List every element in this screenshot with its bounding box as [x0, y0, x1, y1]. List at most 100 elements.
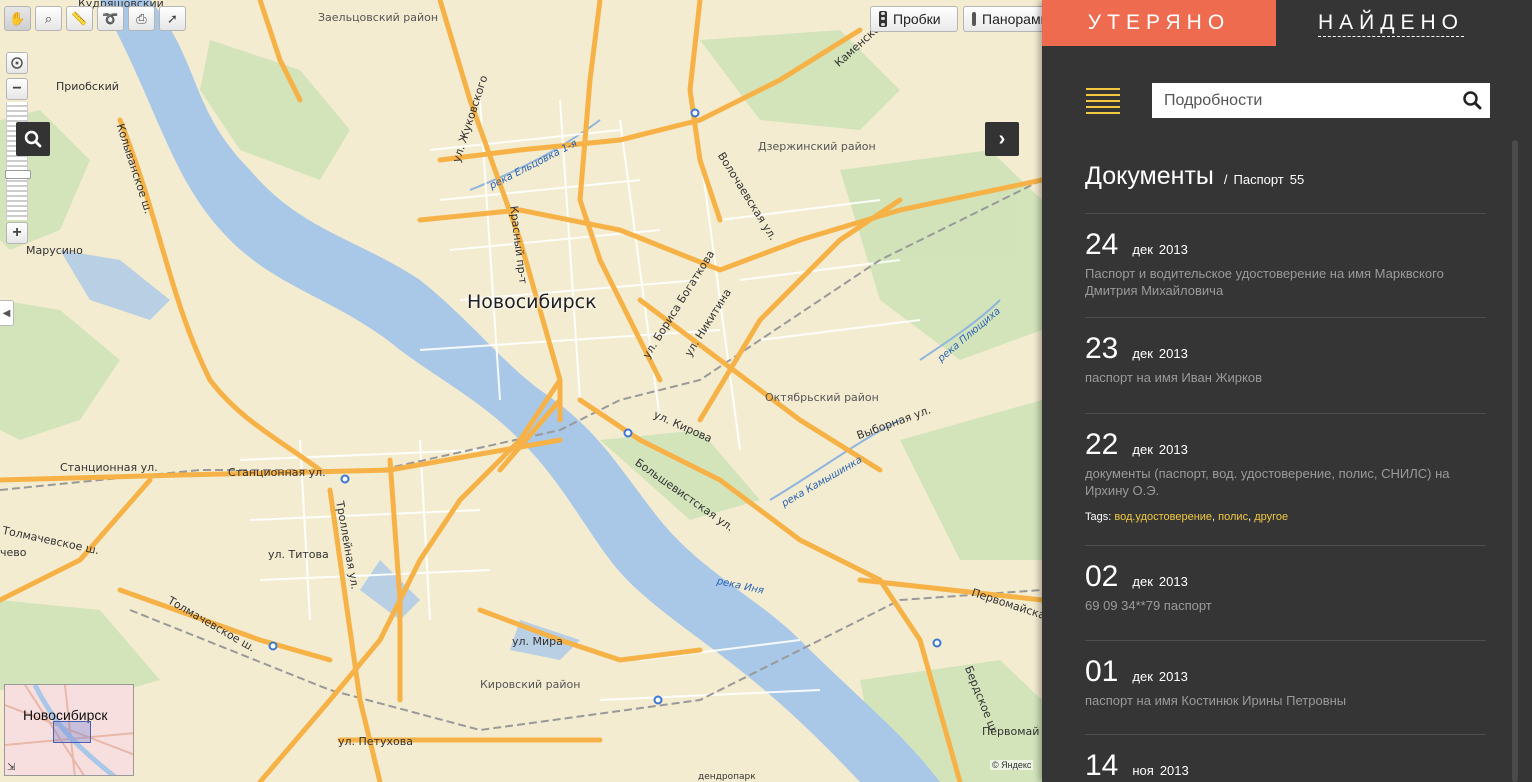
tag-link[interactable]: полис	[1218, 511, 1248, 523]
panorama-button[interactable]: Панорамы	[963, 6, 1042, 32]
tag-link[interactable]: вод.удостоверение	[1114, 511, 1212, 523]
menu-icon[interactable]	[1086, 88, 1120, 114]
scrollbar[interactable]	[1512, 140, 1518, 782]
entry-month: дек	[1132, 242, 1153, 257]
label-stantsionnaya-2: Станционная ул.	[228, 466, 326, 479]
entry-date: 24 дек 2013	[1085, 228, 1486, 262]
app-root: Кудряшовский Заельцовский район Каменско…	[0, 0, 1532, 782]
entry-description: паспорт на имя Иван Жирков	[1085, 370, 1263, 385]
search-icon	[1462, 91, 1481, 110]
entry-year: 2013	[1158, 574, 1188, 589]
entry-month: дек	[1132, 574, 1153, 589]
route-tool-button[interactable]: ➰	[97, 6, 124, 31]
drag-tool-button[interactable]: ✋	[4, 6, 31, 31]
label-dzerzhinsky: Дзержинский район	[758, 140, 876, 153]
entry-year: 2013	[1158, 442, 1188, 457]
list-item[interactable]: 14 ноя 2013	[1085, 734, 1486, 782]
chevron-right-icon: ›	[998, 127, 1006, 150]
breadcrumb-count: 55	[1289, 172, 1305, 187]
tab-found[interactable]: НАЙДЕНО	[1318, 11, 1464, 37]
zoom-slider[interactable]	[5, 102, 31, 220]
entry-day: 14	[1085, 749, 1119, 782]
list-item[interactable]: 23 дек 2013 паспорт на имя Иван Жирков	[1085, 317, 1486, 413]
triangle-left-icon: ◀	[2, 307, 11, 319]
zoom-slider-thumb[interactable]	[5, 170, 31, 179]
print-tool-button[interactable]: ⎙	[128, 6, 155, 31]
collapse-left-button[interactable]: ◀	[0, 300, 14, 326]
label-kirovsky: Кировский район	[480, 678, 581, 691]
label-marusino: Марусино	[26, 244, 83, 257]
label-city: Новосибирск	[467, 291, 597, 313]
search-icon	[24, 130, 42, 148]
zoom-in-button[interactable]: +	[6, 222, 28, 244]
entry-day: 24	[1085, 228, 1119, 261]
label-stantsionnaya-1: Станционная ул.	[60, 461, 158, 474]
traffic-button[interactable]: Пробки	[870, 6, 958, 32]
entry-date: 14 ноя 2013	[1085, 749, 1486, 782]
panorama-label: Панорамы	[982, 11, 1042, 27]
entry-description: документы (паспорт, вод. удостоверение, …	[1085, 466, 1450, 498]
drag-tool-icon: ✋	[9, 10, 26, 26]
cursor-tool-icon: ➚	[167, 10, 178, 26]
minimap[interactable]: Новосибирск ⇲	[4, 684, 134, 776]
entries-list: 24 дек 2013 Паспорт и водительское удостове…	[1085, 213, 1486, 782]
tag-link[interactable]: другое	[1254, 511, 1288, 523]
resize-corner-icon[interactable]: ⇲	[7, 762, 15, 773]
locate-button[interactable]	[6, 52, 28, 74]
minimap-viewport[interactable]	[53, 721, 91, 743]
entry-year: 2013	[1158, 242, 1188, 257]
list-item[interactable]: 02 дек 2013 69 09 34**79 паспорт	[1085, 545, 1486, 640]
entry-day: 02	[1085, 560, 1119, 593]
city-map[interactable]: Кудряшовский Заельцовский район Каменско…	[0, 0, 1042, 782]
entry-date: 02 дек 2013	[1085, 560, 1486, 594]
map-search-button[interactable]	[16, 122, 50, 156]
plus-icon: +	[12, 224, 22, 241]
breadcrumb: Документы / Паспорт 55	[1085, 162, 1304, 191]
search-box	[1152, 83, 1490, 118]
entry-description: паспорт на имя Костинюк Ирины Петровны	[1085, 693, 1347, 708]
breadcrumb-category[interactable]: Паспорт	[1234, 172, 1284, 187]
print-tool-icon: ⎙	[136, 10, 147, 26]
panorama-icon	[972, 12, 976, 26]
label-priobsky: Приобский	[56, 80, 119, 93]
cursor-tool-button[interactable]: ➚	[159, 6, 186, 31]
map-copyright: © Яндекс	[990, 760, 1034, 770]
tags-label: Tags:	[1085, 511, 1112, 523]
label-pervomay: Первомай	[982, 725, 1040, 738]
search-input[interactable]	[1152, 83, 1454, 118]
label-chevo: чево	[0, 546, 27, 559]
magnifier-tool-icon: ⌕	[44, 10, 53, 26]
entry-date: 22 дек 2013	[1085, 428, 1486, 462]
list-item[interactable]: 01 дек 2013 паспорт на имя Костинюк Ирины П…	[1085, 640, 1486, 734]
entry-month: дек	[1132, 442, 1153, 457]
crosshair-icon	[11, 57, 23, 69]
label-petukhova: ул. Петухова	[338, 735, 413, 748]
entry-day: 01	[1085, 655, 1119, 688]
label-zaeltsovsky: Заельцовский район	[318, 11, 439, 24]
entry-day: 22	[1085, 428, 1119, 461]
traffic-light-icon	[879, 11, 887, 27]
panel-toggle-button[interactable]: ›	[985, 122, 1019, 156]
breadcrumb-separator: /	[1223, 172, 1228, 187]
list-item[interactable]: 24 дек 2013 Паспорт и водительское удостове…	[1085, 213, 1486, 317]
map-toolbar: ✋ ⌕ 📏 ➰ ⎙ ➚	[4, 6, 186, 31]
entry-day: 23	[1085, 332, 1119, 365]
entry-year: 2013	[1158, 346, 1188, 361]
zoom-out-button[interactable]: −	[6, 78, 28, 100]
entry-date: 23 дек 2013	[1085, 332, 1486, 366]
label-titova: ул. Титова	[268, 548, 329, 561]
ruler-tool-icon: 📏	[71, 10, 88, 26]
search-button[interactable]	[1454, 83, 1490, 118]
entry-year: 2013	[1159, 763, 1189, 778]
magnifier-tool-button[interactable]: ⌕	[35, 6, 62, 31]
entry-month: дек	[1132, 346, 1153, 361]
route-tool-icon: ➰	[102, 10, 119, 26]
list-item[interactable]: 22 дек 2013 документы (паспорт, вод. удосто…	[1085, 413, 1486, 545]
tab-lost[interactable]: УТЕРЯНО	[1042, 0, 1276, 46]
entry-month: дек	[1132, 669, 1153, 684]
entry-date: 01 дек 2013	[1085, 655, 1486, 689]
ruler-tool-button[interactable]: 📏	[66, 6, 93, 31]
breadcrumb-title[interactable]: Документы	[1085, 162, 1214, 190]
side-panel: УТЕРЯНО НАЙДЕНО Документы / Паспорт 55 24 де…	[1042, 0, 1532, 782]
entry-description: 69 09 34**79 паспорт	[1085, 598, 1212, 613]
